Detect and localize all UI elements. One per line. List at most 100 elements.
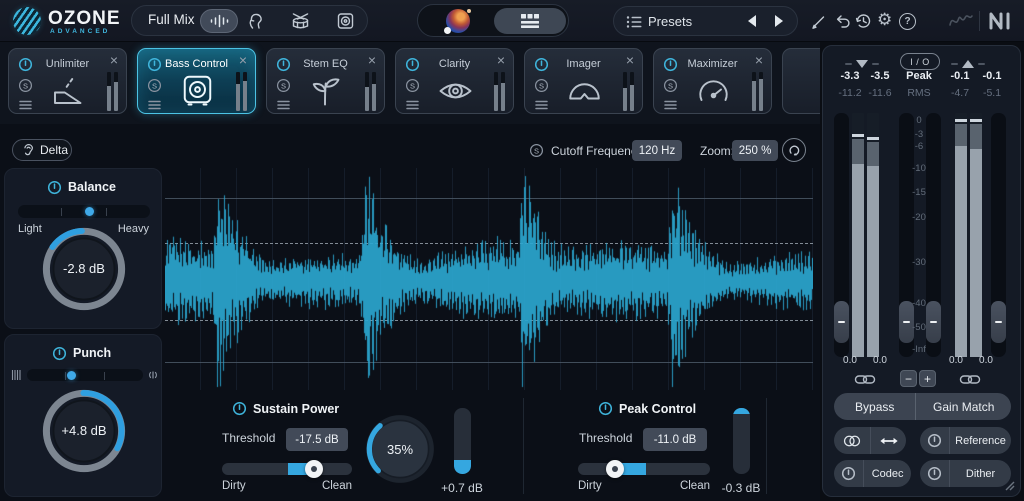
solo-icon[interactable]: S [663,78,678,93]
module-card-unlimiter[interactable]: Unlimiter × S [8,48,127,114]
io-toggle-button[interactable]: I / O [900,53,940,70]
fader-handle[interactable] [834,301,849,343]
zoom-value[interactable]: 250 % [732,140,778,161]
peak-slider[interactable] [578,463,710,475]
waveform-display[interactable] [165,168,813,390]
codec-button[interactable]: Codec [863,460,911,487]
output-gain-r[interactable]: 0.0 [969,355,1003,366]
settings-gear-icon[interactable]: ⚙ [877,11,892,28]
module-card-partial[interactable] [782,48,820,114]
help-icon[interactable]: ? [899,13,916,30]
sustain-slider-handle[interactable] [305,460,323,478]
solo-icon[interactable]: S [276,78,291,93]
punch-slider-handle[interactable] [67,371,76,380]
input-fader-l[interactable] [834,113,849,357]
reference-button[interactable]: Reference [949,427,1011,454]
close-icon[interactable]: × [368,52,376,68]
reference-power-button[interactable] [920,427,949,454]
module-card-maximizer[interactable]: Maximizer × S [653,48,772,114]
preset-prev-button[interactable] [748,15,756,27]
cutoff-solo-icon[interactable]: S [529,143,544,158]
delta-button[interactable]: Delta [12,139,72,161]
scale-tick: -40 [895,298,943,309]
sustain-slider[interactable] [222,463,352,475]
menu-icon[interactable] [535,100,548,110]
punch-power-icon[interactable] [52,346,67,361]
menu-icon[interactable] [664,100,677,110]
resize-grip[interactable] [1003,479,1015,491]
output-gain-l[interactable]: 0.0 [939,355,973,366]
sustain-amount-knob[interactable]: 35% [364,413,436,485]
balance-knob[interactable]: -2.8 dB [37,222,131,316]
module-card-stem-eq[interactable]: Stem EQ × S [266,48,385,114]
input-gain-r[interactable]: 0.0 [863,355,897,366]
zoom-reset-button[interactable] [782,138,806,162]
reset-arrow-icon [788,144,801,157]
preset-list-icon[interactable] [626,15,643,29]
module-card-clarity[interactable]: Clarity × S [395,48,514,114]
input-gain-l[interactable]: 0.0 [833,355,867,366]
delta-label: Delta [40,143,68,157]
preset-next-button[interactable] [775,15,783,27]
mode-full-mix-button[interactable] [200,9,238,33]
module-card-bass-control[interactable]: Bass Control × S [137,48,256,114]
sustain-threshold-value[interactable]: -17.5 dB [286,428,348,451]
close-icon[interactable]: × [755,52,763,68]
scale-tick: -Inf [895,344,943,355]
history-icon[interactable] [854,12,872,30]
stereo-button[interactable] [834,427,870,454]
balance-slider[interactable] [18,205,150,218]
punch-slider[interactable] [27,369,143,381]
input-link-icon[interactable] [854,373,876,386]
module-card-imager[interactable]: Imager × S [524,48,643,114]
peak-title: Peak Control [619,402,696,416]
input-selector[interactable] [845,60,879,68]
output-meter-r [970,113,982,357]
svg-text:S: S [539,81,544,90]
increment-button[interactable]: + [919,370,936,387]
output-link-icon[interactable] [959,373,981,386]
balance-power-icon[interactable] [47,180,62,195]
peak-power-icon[interactable] [598,401,613,416]
solo-icon[interactable]: S [18,78,33,93]
peak-threshold-value[interactable]: -11.0 dB [643,428,707,451]
dither-power-button[interactable] [920,460,949,487]
drums-mode-icon[interactable] [290,11,311,31]
sustain-power-icon[interactable] [232,401,247,416]
fader-handle[interactable] [991,301,1006,343]
codec-power-button[interactable] [834,460,863,487]
gain-match-button[interactable]: Gain Match [915,393,1011,420]
width-button[interactable] [870,427,906,454]
decrement-button[interactable]: − [900,370,917,387]
close-icon[interactable]: × [110,52,118,68]
cutoff-frequency-value[interactable]: 120 Hz [632,140,682,161]
output-selector[interactable] [951,60,985,68]
vocal-mode-icon[interactable] [245,11,266,31]
balance-slider-handle[interactable] [85,207,94,216]
menu-icon[interactable] [406,100,419,110]
close-icon[interactable]: × [626,52,634,68]
signature-icon[interactable] [948,11,974,31]
dither-button[interactable]: Dither [949,460,1011,487]
close-icon[interactable]: × [239,52,247,68]
assistant-view-icon[interactable] [446,9,470,33]
solo-icon[interactable]: S [405,78,420,93]
punch-knob[interactable]: +4.8 dB [37,384,131,478]
peak-out-r: -0.1 [972,70,1012,82]
peak-slider-handle[interactable] [606,460,624,478]
output-fader-r[interactable] [991,113,1006,357]
undo-icon[interactable] [834,12,852,30]
close-icon[interactable]: × [497,52,505,68]
menu-icon[interactable] [277,100,290,110]
bypass-button[interactable]: Bypass [834,393,915,420]
solo-icon[interactable]: S [534,78,549,93]
menu-icon[interactable] [19,100,32,110]
speaker-mode-icon[interactable] [335,11,356,31]
solo-icon[interactable]: S [147,78,162,93]
edit-pencil-icon[interactable] [810,12,828,30]
menu-icon[interactable] [148,100,161,110]
detailed-view-button[interactable] [494,8,566,34]
presets-label[interactable]: Presets [648,14,692,29]
power-icon [841,466,856,481]
imager-icon [562,73,607,109]
